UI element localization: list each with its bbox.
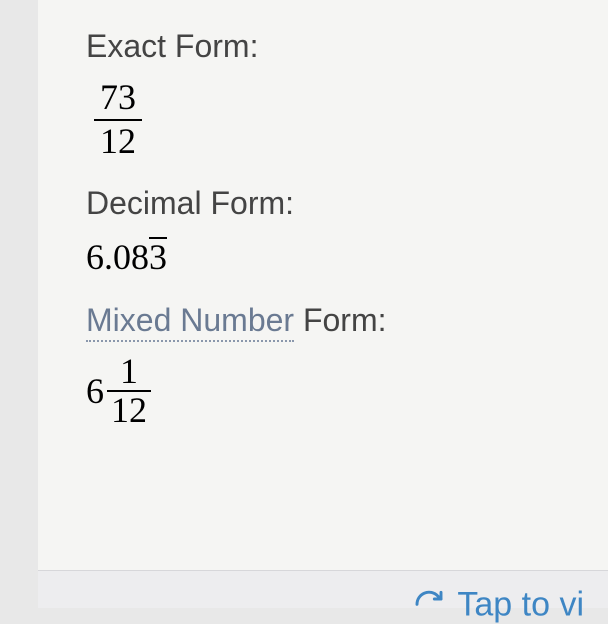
tap-to-view-link[interactable]: Tap to vi (413, 585, 584, 624)
exact-form-label: Exact Form: (86, 28, 560, 65)
refresh-icon (413, 588, 445, 620)
exact-numerator: 73 (94, 79, 142, 121)
mixed-fraction: 1 12 (107, 353, 151, 431)
mixed-numerator: 1 (107, 353, 151, 393)
decimal-form-value: 6.083 (86, 236, 560, 278)
exact-form-value: 73 12 (86, 79, 560, 161)
decimal-repeating: 3 (149, 237, 167, 274)
footer-bar: Tap to vi (38, 570, 608, 608)
decimal-leading: 6.08 (86, 237, 149, 277)
exact-denominator: 12 (94, 121, 142, 161)
mixed-label-suffix: Form: (294, 302, 386, 338)
exact-fraction: 73 12 (94, 79, 142, 161)
mixed-whole: 6 (86, 370, 104, 412)
mixed-number-link[interactable]: Mixed Number (86, 302, 294, 342)
mixed-form-label: Mixed Number Form: (86, 302, 560, 339)
decimal-form-label: Decimal Form: (86, 185, 560, 222)
mixed-form-value: 6 1 12 (86, 353, 560, 431)
footer-link-text: Tap to vi (457, 585, 584, 624)
solution-panel: Exact Form: 73 12 Decimal Form: 6.083 Mi… (38, 0, 608, 570)
mixed-denominator: 12 (107, 392, 151, 430)
